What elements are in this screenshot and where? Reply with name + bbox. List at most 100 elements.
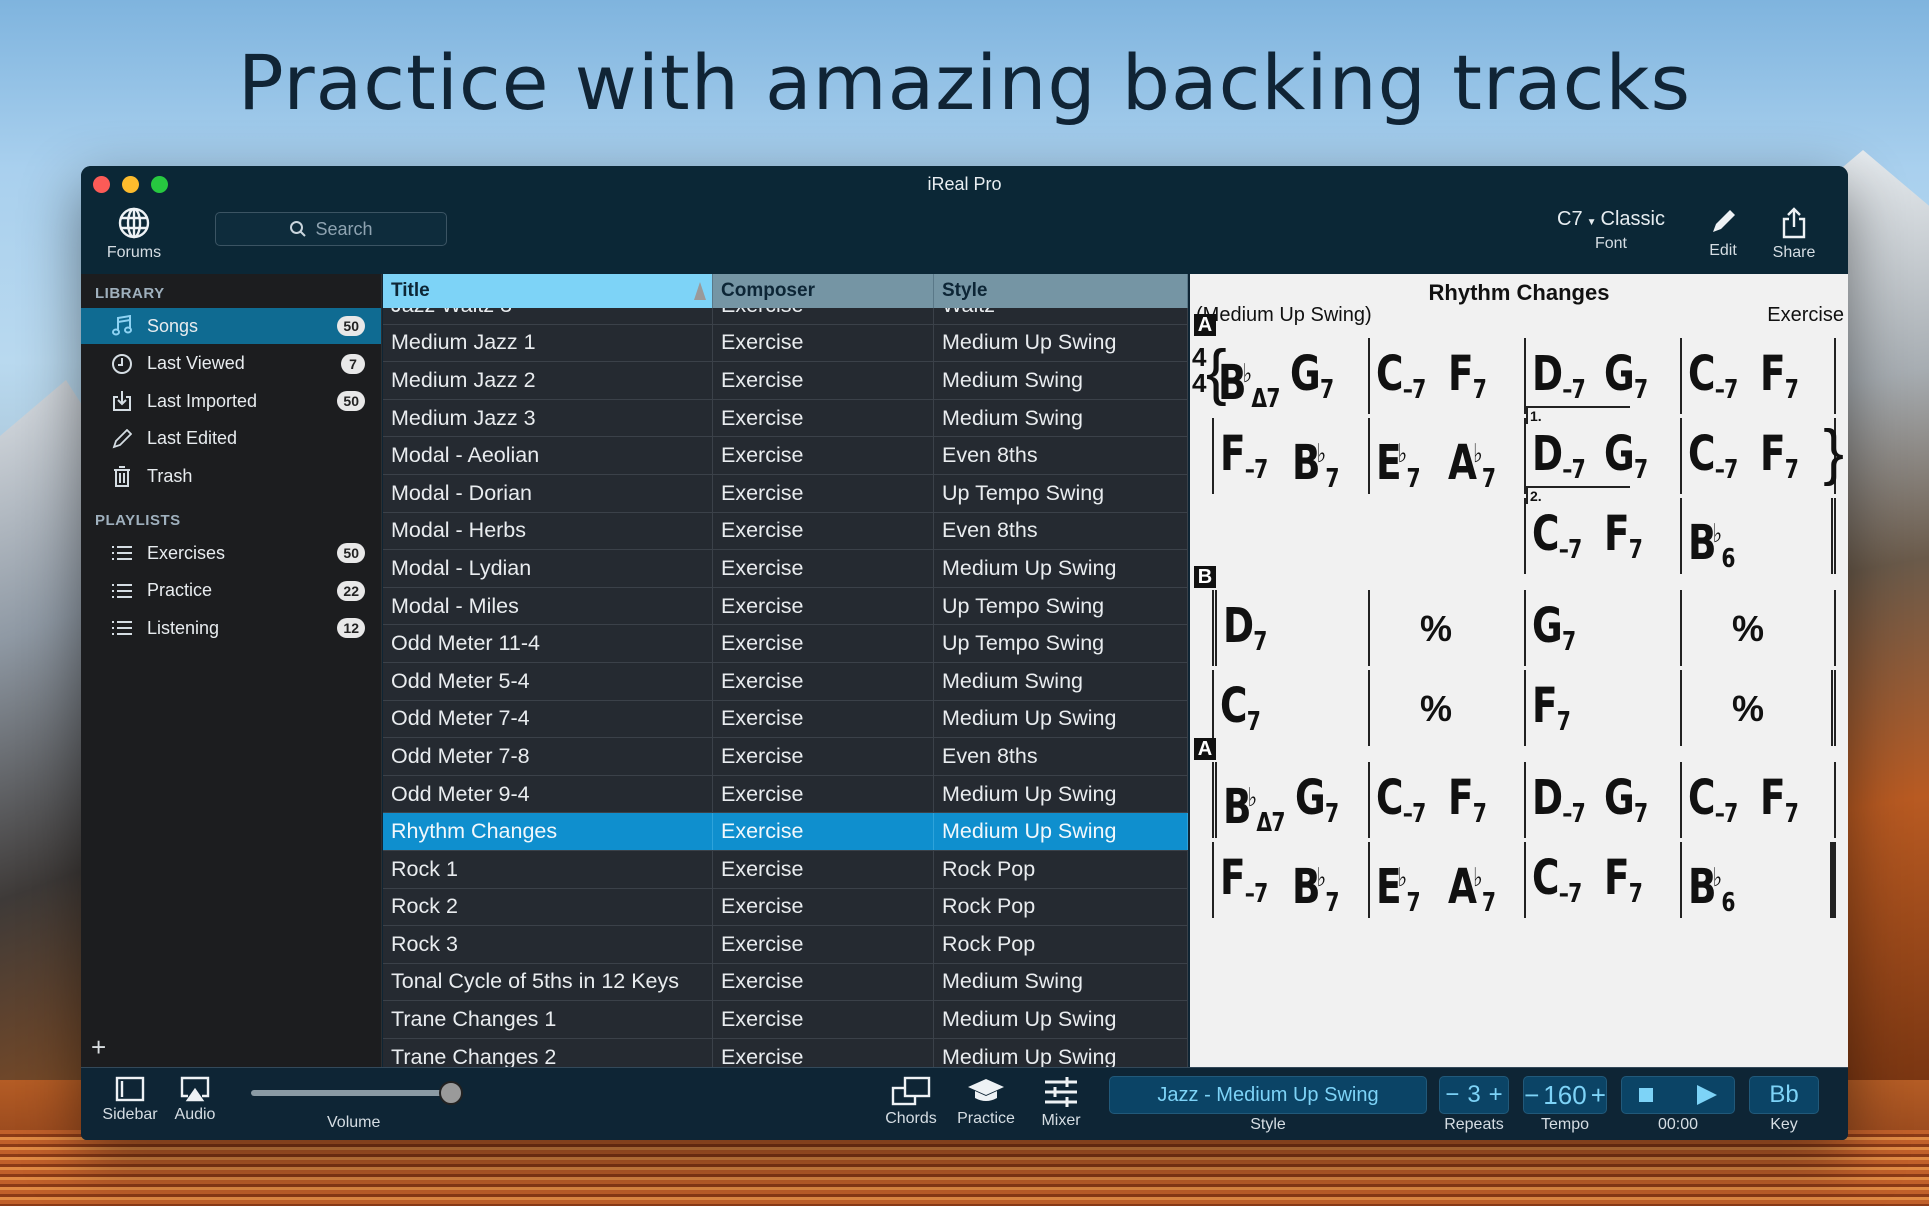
volume-slider-track[interactable] (251, 1090, 451, 1096)
chord-root: G (1290, 346, 1321, 402)
table-row[interactable]: Odd Meter 9-4 Exercise Medium Up Swing (383, 775, 1188, 814)
tempo-increment-button[interactable]: + (1591, 1080, 1606, 1111)
table-row[interactable]: Rhythm Changes Exercise Medium Up Swing (383, 813, 1188, 851)
search-input[interactable]: Search (215, 212, 447, 246)
section-marker-b: B (1194, 566, 1216, 588)
column-header-title[interactable]: Title (383, 274, 713, 308)
chord-symbol: A♭7 (1448, 850, 1496, 931)
style-cell: Medium Up Swing (934, 775, 1188, 813)
chord-symbol: A♭7 (1448, 426, 1496, 507)
volume-label: Volume (327, 1114, 381, 1131)
table-row[interactable]: Modal - Miles Exercise Up Tempo Swing (383, 587, 1188, 626)
repeats-label: Repeats (1444, 1116, 1504, 1133)
table-row[interactable]: Medium Jazz 2 Exercise Medium Swing (383, 362, 1188, 400)
table-row[interactable]: Tonal Cycle of 5ths in 12 Keys Exercise Me… (383, 963, 1188, 1002)
sidebar-item-exercises[interactable]: Exercises 50 (81, 535, 381, 571)
table-row[interactable]: Medium Jazz 3 Exercise Medium Swing (383, 399, 1188, 438)
sidebar-item-last-imported[interactable]: Last Imported 50 (81, 383, 381, 419)
chord-extension: 6 (1721, 544, 1735, 574)
pencil-icon (1713, 210, 1735, 232)
chord-extension: –7 (1558, 879, 1582, 909)
add-playlist-button[interactable]: + (91, 1034, 106, 1060)
table-row[interactable]: Odd Meter 7-8 Exercise Even 8ths (383, 738, 1188, 776)
title-cell: Medium Jazz 1 (383, 324, 713, 362)
font-value: Classic (1600, 208, 1665, 230)
chord-symbol: E♭7 (1376, 850, 1421, 931)
chord-symbol: C–7 (1688, 426, 1738, 498)
chord-root: B (1223, 779, 1252, 835)
style-cell: Medium Swing (934, 362, 1188, 399)
table-row[interactable]: Medium Jazz 1 Exercise Medium Up Swing (383, 324, 1188, 363)
column-header-style[interactable]: Style (934, 274, 1188, 308)
stop-button[interactable] (1639, 1088, 1653, 1102)
table-row[interactable]: Modal - Dorian Exercise Up Tempo Swing (383, 474, 1188, 513)
title-cell: Odd Meter 5-4 (383, 662, 713, 700)
sidebar-item-trash[interactable]: Trash (81, 458, 381, 494)
key-selector[interactable]: Bb (1749, 1076, 1819, 1114)
tempo-stepper: − 160 + (1523, 1076, 1607, 1114)
style-cell: Even 8ths (934, 437, 1188, 474)
chord-accidental: ♭ (1247, 783, 1258, 813)
sidebar-item-songs[interactable]: Songs 50 (81, 308, 381, 344)
chord-extension: Δ7 (1251, 384, 1280, 414)
chord-root: C (1532, 850, 1559, 906)
edit-button[interactable]: Edit (1693, 206, 1753, 260)
chord-symbol: F7 (1532, 678, 1571, 750)
table-row[interactable]: Rock 3 Exercise Rock Pop (383, 926, 1188, 964)
table-row[interactable]: Odd Meter 11-4 Exercise Up Tempo Swing (383, 625, 1188, 663)
composer-cell: Exercise (713, 399, 934, 437)
chord-root: C (1688, 346, 1715, 402)
sidebar-item-last-edited[interactable]: Last Edited (81, 421, 381, 457)
chord-extension: 7 (1406, 464, 1420, 494)
table-row[interactable]: Modal - Lydian Exercise Medium Up Swing (383, 550, 1188, 588)
style-cell: Medium Swing (934, 662, 1188, 700)
repeats-decrement-button[interactable]: − (1445, 1081, 1459, 1109)
chord-root: A (1448, 435, 1477, 491)
chord-root: G (1604, 426, 1635, 482)
mixer-button[interactable]: Mixer (1033, 1076, 1089, 1130)
repeats-increment-button[interactable]: + (1489, 1081, 1503, 1109)
table-row[interactable]: Modal - Herbs Exercise Even 8ths (383, 512, 1188, 551)
chords-button[interactable]: Chords (881, 1076, 941, 1128)
sidebar-item-practice[interactable]: Practice 22 (81, 573, 381, 609)
share-icon (1782, 207, 1806, 239)
table-row[interactable]: Modal - Aeolian Exercise Even 8ths (383, 437, 1188, 475)
table-row[interactable]: Rock 1 Exercise Rock Pop (383, 850, 1188, 889)
bar-line-end (1830, 842, 1836, 918)
volume-slider-knob[interactable] (439, 1081, 463, 1105)
forums-label: Forums (106, 244, 162, 261)
style-cell: Medium Up Swing (934, 1038, 1188, 1067)
chord-extension: 7 (1246, 707, 1261, 737)
sidebar-icon (115, 1076, 145, 1102)
table-row[interactable]: Odd Meter 7-4 Exercise Medium Up Swing (383, 700, 1188, 739)
sidebar-item-label: Songs (147, 315, 199, 336)
tempo-decrement-button[interactable]: − (1524, 1080, 1539, 1111)
style-selector[interactable]: Jazz - Medium Up Swing (1109, 1076, 1427, 1114)
songs-table: Title Composer Style Jazz Waltz 3Exercis… (383, 274, 1188, 1067)
measure-repeat-icon: % (1420, 688, 1453, 729)
sidebar-item-label: Exercises (147, 542, 226, 563)
forums-button[interactable]: Forums (99, 206, 169, 262)
chord-extension: –7 (1402, 375, 1426, 405)
play-button[interactable] (1697, 1085, 1717, 1105)
share-button[interactable]: Share (1761, 206, 1827, 262)
measure: E♭7 A♭7 (1368, 842, 1524, 918)
chord-symbol: D7 (1223, 598, 1267, 670)
measure: C–7 F7 (1680, 338, 1836, 414)
chord-root: C (1220, 678, 1247, 734)
table-row[interactable]: Trane Changes 2 Exercise Medium Up Swing (383, 1038, 1188, 1067)
table-row[interactable]: Odd Meter 5-4 Exercise Medium Swing (383, 662, 1188, 701)
table-row[interactable]: Trane Changes 1 Exercise Medium Up Swing (383, 1001, 1188, 1039)
font-button[interactable]: C7 ▼ Classic Font (1551, 208, 1671, 253)
practice-button[interactable]: Practice (953, 1076, 1019, 1128)
chevron-down-icon: ▼ (1586, 217, 1597, 228)
chord-extension: –7 (1562, 375, 1585, 405)
chord-symbol: C–7 (1688, 770, 1738, 842)
sidebar-item-listening[interactable]: Listening 12 (81, 610, 381, 646)
audio-button[interactable]: Audio (169, 1076, 221, 1124)
sidebar-toggle-button[interactable]: Sidebar (102, 1076, 158, 1124)
sidebar-item-last-viewed[interactable]: Last Viewed 7 (81, 346, 381, 382)
chord-root: B (1292, 859, 1321, 915)
table-row[interactable]: Rock 2 Exercise Rock Pop (383, 888, 1188, 927)
column-header-composer[interactable]: Composer (713, 274, 934, 308)
